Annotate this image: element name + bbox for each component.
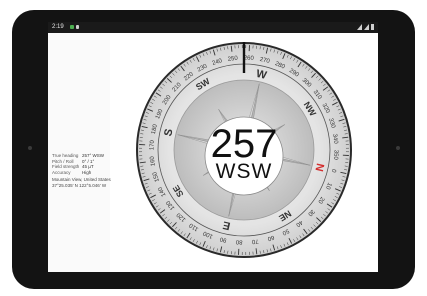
- tablet-frame: 2:19 True heading 257° WSW Pitch / Roll …: [0, 0, 427, 296]
- degree-label: 260: [244, 55, 255, 62]
- degree-label: 80: [235, 238, 243, 244]
- heading-direction: WSW: [215, 160, 273, 183]
- degree-label: 340: [331, 134, 338, 145]
- degree-label: 160: [150, 155, 157, 166]
- degree-label: 170: [149, 139, 156, 150]
- degree-label: 350: [332, 150, 339, 161]
